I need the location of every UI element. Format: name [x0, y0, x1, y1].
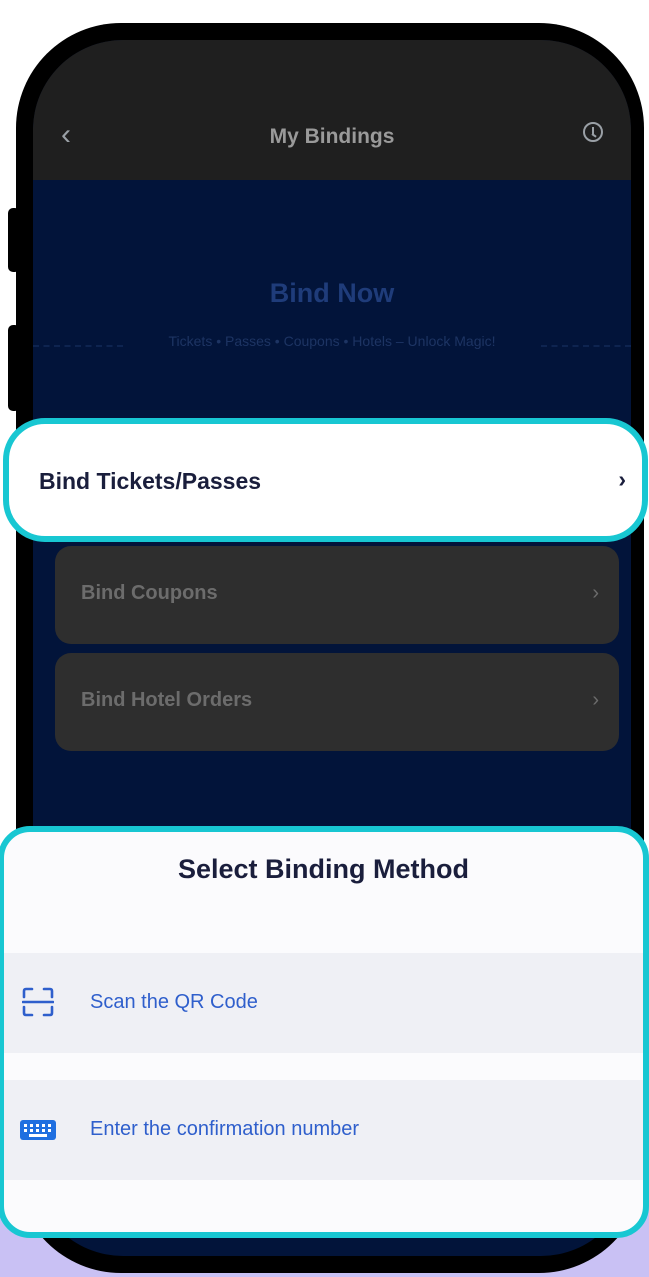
bind-tickets-passes-card[interactable]: Bind Tickets/Passes › [3, 418, 648, 542]
keyboard-icon [20, 1120, 56, 1140]
scan-qr-label: Scan the QR Code [90, 991, 258, 1013]
bind-coupons-card[interactable]: Bind Coupons › [55, 546, 619, 644]
scan-qr-option[interactable]: Scan the QR Code [4, 953, 643, 1053]
chevron-right-icon: › [592, 582, 599, 604]
clock-icon[interactable] [583, 122, 603, 142]
nav-bar: ‹ My Bindings [33, 40, 631, 180]
bind-hotel-orders-label: Bind Hotel Orders [81, 689, 253, 711]
phone-side-button [8, 325, 20, 411]
bind-coupons-label: Bind Coupons [81, 582, 218, 604]
bind-tickets-passes-label: Bind Tickets/Passes [39, 468, 262, 494]
divider-right [541, 345, 631, 347]
enter-confirmation-option[interactable]: Enter the confirmation number [4, 1080, 643, 1180]
hero-title: Bind Now [269, 278, 395, 308]
page-title: My Bindings [269, 125, 395, 148]
sheet-title: Select Binding Method [177, 854, 469, 884]
enter-confirmation-label: Enter the confirmation number [90, 1118, 360, 1140]
chevron-right-icon: › [592, 689, 599, 711]
scan-icon [22, 987, 54, 1017]
chevron-right-icon: › [618, 466, 626, 492]
bind-hotel-orders-card[interactable]: Bind Hotel Orders › [55, 653, 619, 751]
phone-side-button [8, 208, 20, 272]
binding-method-sheet: Select Binding Method Scan the QR Code E… [0, 826, 649, 1238]
